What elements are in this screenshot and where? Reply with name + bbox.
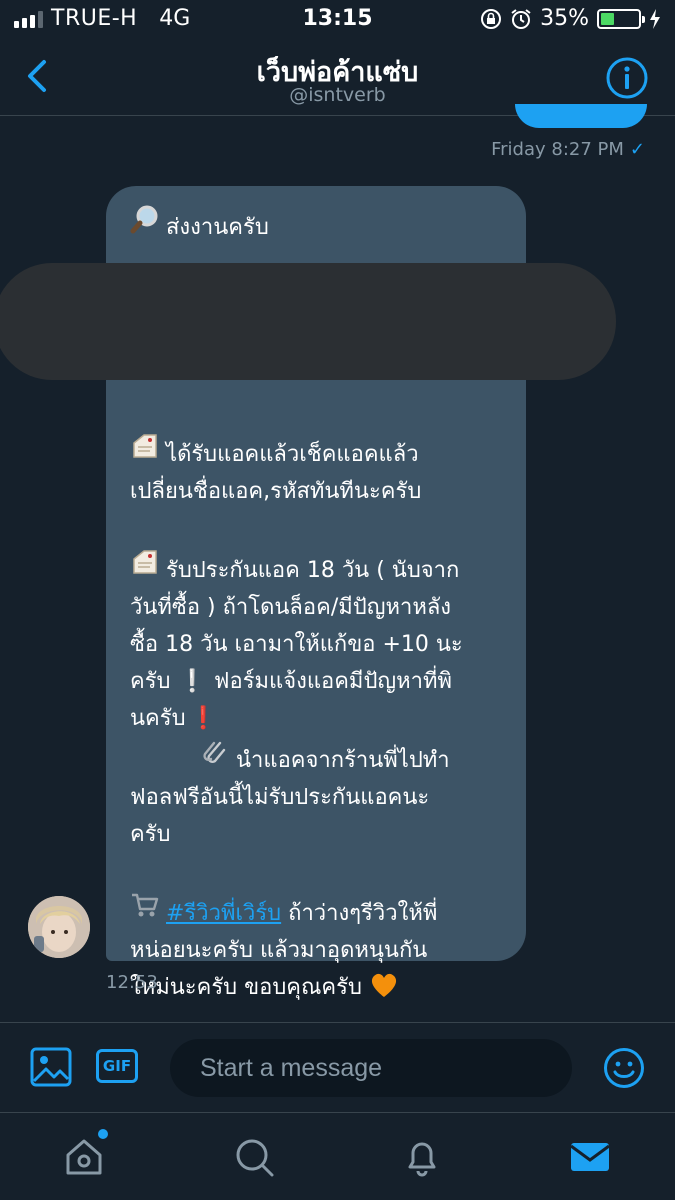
charging-bolt-icon bbox=[650, 8, 660, 29]
white-exclamation-icon: ❕ bbox=[178, 669, 206, 694]
sender-avatar[interactable] bbox=[28, 896, 90, 958]
image-icon[interactable] bbox=[30, 1047, 72, 1087]
sent-message-meta: Friday 8:27 PM ✓ bbox=[491, 139, 645, 160]
gif-button[interactable]: GIF bbox=[96, 1049, 138, 1083]
sent-message-bubble[interactable] bbox=[515, 104, 647, 128]
search-icon bbox=[236, 1139, 274, 1177]
battery-icon bbox=[597, 8, 645, 29]
home-icon bbox=[66, 1139, 102, 1175]
rotation-lock-icon bbox=[481, 8, 502, 29]
message-line: ซื้อ 18 วัน เอามาให้แก้ขอ +10 นะ bbox=[130, 632, 463, 657]
message-composer: GIF bbox=[0, 1022, 675, 1112]
tab-search[interactable] bbox=[232, 1135, 276, 1179]
battery-percent: 35% bbox=[540, 6, 589, 31]
message-line: ส่งงานครับ bbox=[130, 204, 504, 246]
message-line: เปลี่ยนชื่อแอค,รหัสทันทีนะครับ bbox=[130, 479, 422, 504]
conversation-handle[interactable]: @isntverb bbox=[0, 84, 675, 106]
sent-timestamp: Friday 8:27 PM bbox=[491, 139, 624, 160]
shopping-cart-emoji-icon bbox=[130, 890, 160, 932]
message-line: ครับ ❕ ฟอร์มแจ้งแอคมีปัญหาที่พิ bbox=[130, 669, 453, 694]
tab-notifications[interactable] bbox=[400, 1135, 444, 1179]
message-line: นครับ ❗ bbox=[130, 706, 217, 731]
magnifier-emoji-icon bbox=[130, 204, 160, 246]
smiley-icon[interactable] bbox=[603, 1047, 645, 1089]
battery-level bbox=[601, 12, 614, 25]
message-line: หน่อยนะครับ แล้วมาอุดหนุนกัน bbox=[130, 938, 428, 963]
paperclip-emoji-icon bbox=[200, 737, 230, 779]
tag-emoji-icon bbox=[130, 431, 160, 473]
message-line: ใหม่นะครับ ขอบคุณครับ bbox=[130, 969, 504, 1006]
bottom-tab-bar bbox=[0, 1112, 675, 1200]
red-exclamation-icon: ❗ bbox=[189, 706, 217, 731]
message-line: วันที่ซื้อ ) ถ้าโดนล็อค/มีปัญหาหลัง bbox=[130, 595, 452, 620]
tag-emoji-icon bbox=[130, 547, 160, 589]
notification-dot bbox=[98, 1129, 108, 1139]
message-line: #รีวิวพี่เวิร์บ ถ้าว่างๆรีวิวให้พี่ bbox=[130, 890, 504, 932]
message-line: ครับ bbox=[130, 822, 171, 847]
status-bar: TRUE-H 4G 13:15 35% bbox=[0, 0, 675, 40]
message-line: นำแอคจากร้านพี่ไปทำ bbox=[130, 737, 504, 779]
info-icon[interactable] bbox=[605, 56, 649, 100]
review-hashtag-link[interactable]: #รีวิวพี่เวิร์บ bbox=[166, 901, 281, 926]
bell-icon bbox=[408, 1142, 436, 1177]
message-line: ฟอลฟรีอันนี้ไม่รับประกันแอคนะ bbox=[130, 785, 430, 810]
alarm-icon bbox=[511, 8, 531, 29]
sent-check-icon: ✓ bbox=[629, 139, 645, 160]
redacted-content-overlay bbox=[0, 263, 616, 380]
orange-heart-icon bbox=[362, 973, 399, 1000]
mail-icon bbox=[570, 1143, 610, 1171]
message-line: ได้รับแอคแล้วเช็คแอคแล้ว bbox=[130, 431, 504, 473]
message-line: รับประกันแอค 18 วัน ( นับจาก bbox=[130, 547, 504, 589]
tab-home[interactable] bbox=[62, 1129, 108, 1179]
message-input[interactable] bbox=[170, 1039, 572, 1097]
message-time: 12:53 bbox=[106, 972, 158, 993]
tab-messages[interactable] bbox=[568, 1135, 612, 1179]
